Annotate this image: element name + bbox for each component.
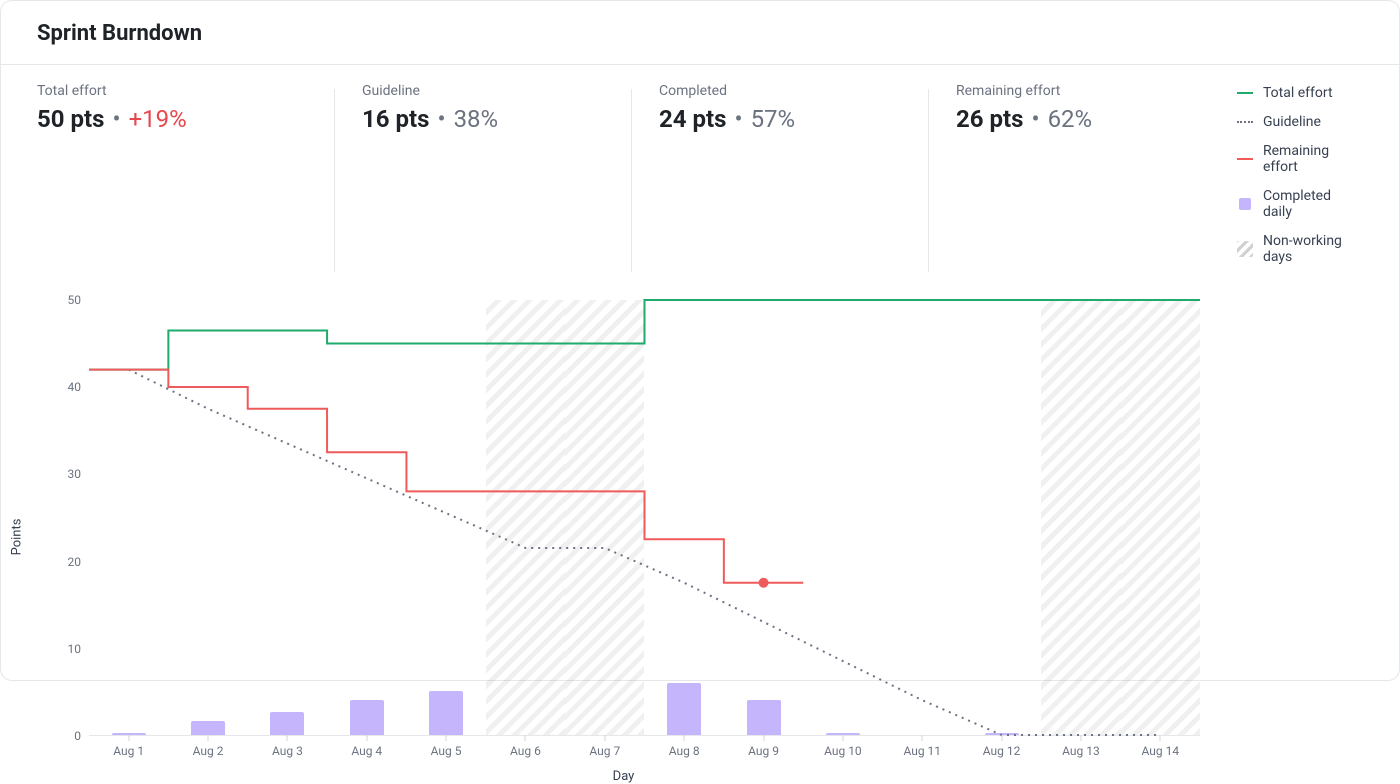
plot-area [89, 300, 1200, 736]
summary-total-effort: Total effort 50 pts • +19% [37, 83, 334, 278]
card-title: Sprint Burndown [37, 21, 1363, 46]
x-tick: Aug 8 [669, 744, 700, 758]
summary-dot: • [437, 105, 445, 133]
remaining-effort-endpoint [759, 578, 769, 588]
summary-dot: • [112, 105, 120, 133]
summary-remaining: Remaining effort 26 pts • 62% [928, 83, 1225, 278]
summary-value: 50 pts • +19% [37, 105, 310, 133]
x-tick: Aug 14 [1142, 744, 1180, 758]
y-tick: 20 [51, 555, 81, 569]
legend-label: Guideline [1263, 114, 1321, 130]
x-tick: Aug 2 [193, 744, 224, 758]
series-remaining-effort [89, 370, 803, 583]
legend-label: Completed daily [1263, 188, 1363, 220]
summary-label: Completed [659, 83, 904, 99]
summary-label: Total effort [37, 83, 310, 99]
legend-item: Remaining effort [1237, 143, 1363, 175]
y-tick: 30 [51, 467, 81, 481]
summary-row: Total effort 50 pts • +19% Guideline 16 … [1, 65, 1399, 278]
chart-legend: Total effort Guideline Remaining effort Com… [1225, 83, 1363, 278]
legend-swatch [1237, 114, 1253, 130]
summary-dot: • [734, 105, 742, 133]
x-tick: Aug 5 [431, 744, 462, 758]
summary-completed: Completed 24 pts • 57% [631, 83, 928, 278]
y-tick: 10 [51, 642, 81, 656]
summary-value: 26 pts • 62% [956, 105, 1201, 133]
chart: Points Day 01020304050 Aug 1Aug 2Aug 3Au… [31, 292, 1216, 782]
legend-label: Remaining effort [1263, 143, 1363, 175]
y-tick: 40 [51, 380, 81, 394]
card-header: Sprint Burndown [1, 1, 1399, 65]
x-tick: Aug 6 [510, 744, 541, 758]
legend-label: Total effort [1263, 85, 1333, 101]
summary-percent: 38% [454, 105, 499, 133]
summary-guideline: Guideline 16 pts • 38% [334, 83, 631, 278]
x-tick: Aug 13 [1062, 744, 1100, 758]
y-tick: 0 [51, 729, 81, 743]
y-tick: 50 [51, 293, 81, 307]
legend-item: Non-working days [1237, 233, 1363, 265]
series-total-effort [89, 300, 1200, 370]
x-tick: Aug 1 [113, 744, 144, 758]
legend-swatch [1237, 85, 1253, 101]
legend-swatch [1237, 241, 1253, 257]
summary-percent: 57% [751, 105, 796, 133]
x-tick: Aug 4 [351, 744, 382, 758]
summary-value: 16 pts • 38% [362, 105, 607, 133]
summary-label: Remaining effort [956, 83, 1201, 99]
legend-label: Non-working days [1263, 233, 1363, 265]
summary-dot: • [1031, 105, 1039, 133]
x-tick: Aug 7 [589, 744, 620, 758]
summary-label: Guideline [362, 83, 607, 99]
summary-points: 16 pts [362, 105, 429, 133]
legend-item: Completed daily [1237, 188, 1363, 220]
summary-points: 50 pts [37, 105, 104, 133]
legend-swatch [1237, 151, 1253, 167]
x-tick: Aug 3 [272, 744, 303, 758]
summary-percent: +19% [129, 105, 187, 133]
legend-item: Guideline [1237, 114, 1363, 130]
summary-value: 24 pts • 57% [659, 105, 904, 133]
x-tick: Aug 11 [903, 744, 941, 758]
x-tick: Aug 10 [824, 744, 862, 758]
series-guideline [129, 370, 1161, 735]
chart-area-wrap: Points Day 0 10 20 30 40 50 Aug 1 Aug 2 Aug 3 Au… [1, 278, 1399, 782]
summary-percent: 62% [1048, 105, 1093, 133]
y-axis-title: Points [10, 519, 25, 556]
legend-swatch [1237, 196, 1253, 212]
summary-points: 26 pts [956, 105, 1023, 133]
sprint-burndown-card: Sprint Burndown Total effort 50 pts • +1… [0, 0, 1400, 681]
legend-item: Total effort [1237, 85, 1363, 101]
x-axis-title: Day [613, 769, 635, 784]
x-tick: Aug 12 [983, 744, 1021, 758]
x-tick: Aug 9 [748, 744, 779, 758]
summary-points: 24 pts [659, 105, 726, 133]
